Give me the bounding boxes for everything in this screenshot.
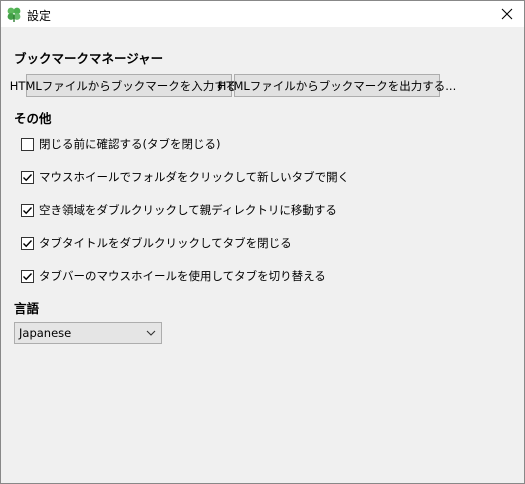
- option-double-click-parent[interactable]: 空き領域をダブルクリックして親ディレクトリに移動する: [21, 201, 337, 219]
- other-heading: その他: [14, 111, 52, 126]
- option-label: 閉じる前に確認する(タブを閉じる): [39, 137, 221, 151]
- chevron-down-icon: [146, 330, 156, 336]
- option-label: マウスホイールでフォルダをクリックして新しいタブで開く: [39, 170, 350, 184]
- language-select[interactable]: Japanese: [14, 322, 162, 344]
- clover-icon: [7, 7, 21, 22]
- option-label: タブタイトルをダブルクリックしてタブを閉じる: [39, 236, 292, 250]
- option-label: タブバーのマウスホイールを使用してタブを切り替える: [39, 269, 326, 283]
- checkbox[interactable]: [21, 269, 34, 283]
- checkbox[interactable]: [21, 170, 34, 184]
- bookmark-manager-heading: ブックマークマネージャー: [14, 51, 164, 66]
- language-heading: 言語: [14, 301, 40, 316]
- checkbox[interactable]: [21, 203, 34, 217]
- option-double-click-close-tab[interactable]: タブタイトルをダブルクリックしてタブを閉じる: [21, 234, 292, 252]
- checkmark-icon: [23, 206, 33, 214]
- window-title: 設定: [27, 9, 52, 23]
- export-bookmarks-button[interactable]: HTMLファイルからブックマークを出力する...: [218, 74, 456, 97]
- close-button[interactable]: [490, 1, 524, 27]
- close-icon: [501, 8, 513, 20]
- import-bookmarks-button[interactable]: HTMLファイルからブックマークを入力する...: [10, 74, 248, 97]
- option-confirm-close[interactable]: 閉じる前に確認する(タブを閉じる): [21, 135, 220, 153]
- option-label: 空き領域をダブルクリックして親ディレクトリに移動する: [39, 203, 337, 217]
- option-middle-click-new-tab[interactable]: マウスホイールでフォルダをクリックして新しいタブで開く: [21, 168, 349, 186]
- checkbox[interactable]: [21, 236, 34, 250]
- checkmark-icon: [23, 272, 33, 280]
- option-wheel-switch-tabs[interactable]: タブバーのマウスホイールを使用してタブを切り替える: [21, 267, 326, 285]
- title-bar[interactable]: 設定: [1, 1, 524, 27]
- checkbox[interactable]: [21, 137, 34, 151]
- settings-window: 設定 ブックマークマネージャー HTMLファイルからブックマークを入力する...…: [0, 0, 525, 484]
- checkmark-icon: [23, 173, 33, 181]
- language-select-value: Japanese: [19, 326, 72, 340]
- checkmark-icon: [23, 239, 33, 247]
